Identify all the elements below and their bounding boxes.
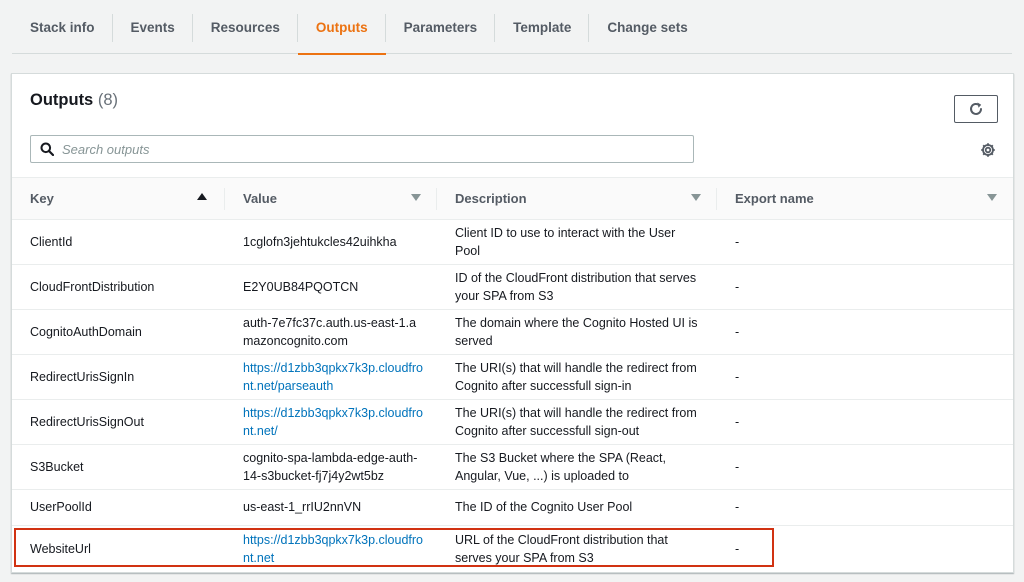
column-label: Description [455, 191, 527, 206]
tab-events[interactable]: Events [113, 0, 193, 54]
cell-key: RedirectUrisSignOut [30, 414, 144, 429]
table-row: RedirectUrisSignOut https://d1zbb3qpkx7k… [12, 400, 1013, 445]
cell-value: E2Y0UB84PQOTCN [243, 279, 359, 294]
table-row: CognitoAuthDomain auth-7e7fc37c.auth.us-… [12, 310, 1013, 355]
table-header: Key Value Description Export name [12, 177, 1013, 220]
refresh-icon [970, 102, 982, 115]
cell-export-name: - [735, 500, 740, 515]
cell-description: The domain where the Cognito Hosted UI i… [455, 315, 698, 349]
tab-outputs[interactable]: Outputs [297, 0, 386, 55]
cell-description: Client ID to use to interact with the Us… [455, 225, 676, 259]
cell-key: S3Bucket [30, 459, 84, 474]
panel-title-text: Outputs [30, 91, 94, 109]
cell-export-name: - [735, 234, 740, 249]
table-row: UserPoolId us-east-1_rrIU2nnVN The ID of… [12, 490, 1013, 526]
cell-description: The S3 Bucket where the SPA (React, Angu… [455, 450, 666, 484]
table-row: S3Bucket cognito-spa-lambda-edge-auth-14… [12, 445, 1013, 490]
search-icon [40, 142, 54, 156]
search-box[interactable] [30, 135, 694, 163]
cell-value: cognito-spa-lambda-edge-auth-14-s3bucket… [225, 445, 437, 489]
column-label: Export name [735, 191, 814, 206]
tab-label: Events [130, 19, 175, 35]
column-header-value[interactable]: Value [225, 178, 437, 219]
outputs-panel: Outputs (8) Key [11, 73, 1014, 573]
outputs-table: Key Value Description Export name Client… [12, 177, 1013, 572]
cell-description: ID of the CloudFront distribution that s… [455, 270, 697, 304]
tab-label: Parameters [403, 19, 478, 35]
tab-stack-info[interactable]: Stack info [12, 0, 113, 54]
column-label: Key [30, 191, 54, 206]
tab-label: Change sets [607, 19, 688, 35]
cell-key: UserPoolId [30, 500, 92, 515]
tab-parameters[interactable]: Parameters [386, 0, 496, 54]
tab-label: Outputs [315, 19, 368, 35]
cell-value: 1cglofn3jehtukcles42uihkha [243, 234, 397, 249]
tab-label: Resources [210, 19, 280, 35]
output-count: (8) [97, 91, 119, 109]
cell-key: CloudFrontDistribution [30, 279, 155, 294]
panel-title: Outputs (8) [30, 91, 118, 110]
cell-export-name: - [735, 541, 740, 556]
column-label: Value [243, 191, 277, 206]
table-row: WebsiteUrl https://d1zbb3qpkx7k3p.cloudf… [12, 526, 1013, 572]
cell-key: ClientId [30, 234, 73, 249]
sort-caret-down-icon [411, 194, 421, 201]
gear-icon [981, 143, 995, 157]
value-link[interactable]: https://d1zbb3qpkx7k3p.cloudfront.net/pa… [243, 359, 423, 396]
column-header-description[interactable]: Description [437, 178, 717, 219]
cell-export-name: - [735, 414, 740, 429]
cell-description: URL of the CloudFront distribution that … [455, 532, 668, 566]
tab-resources[interactable]: Resources [193, 0, 298, 54]
cell-value-text: cognito-spa-lambda-edge-auth-14-s3bucket… [243, 450, 418, 484]
cell-value-text: auth-7e7fc37c.auth.us-east-1.amazoncogni… [243, 315, 417, 349]
tab-change-sets[interactable]: Change sets [589, 0, 705, 54]
cell-key: WebsiteUrl [30, 541, 91, 556]
cell-description: The ID of the Cognito User Pool [455, 500, 633, 515]
value-link[interactable]: https://d1zbb3qpkx7k3p.cloudfront.net [243, 531, 423, 568]
search-input[interactable] [62, 141, 662, 157]
cell-export-name: - [735, 459, 740, 474]
cell-description: The URI(s) that will handle the redirect… [455, 405, 697, 439]
value-link[interactable]: https://d1zbb3qpkx7k3p.cloudfront.net/ [243, 404, 423, 441]
cell-value: auth-7e7fc37c.auth.us-east-1.amazoncogni… [225, 310, 437, 354]
refresh-button[interactable] [954, 95, 998, 123]
cell-value: us-east-1_rrIU2nnVN [243, 500, 362, 515]
cell-value: https://d1zbb3qpkx7k3p.cloudfront.net/ [225, 400, 437, 444]
table-row: ClientId 1cglofn3jehtukcles42uihkha Clie… [12, 220, 1013, 265]
cell-export-name: - [735, 369, 740, 384]
cell-value: https://d1zbb3qpkx7k3p.cloudfront.net/pa… [225, 355, 437, 399]
table-row: RedirectUrisSignIn https://d1zbb3qpkx7k3… [12, 355, 1013, 400]
sort-ascending-icon [197, 193, 207, 200]
table-row: CloudFrontDistribution E2Y0UB84PQOTCN ID… [12, 265, 1013, 310]
tab-label: Template [513, 19, 572, 35]
cell-key: CognitoAuthDomain [30, 324, 142, 339]
sort-caret-down-icon [987, 194, 997, 201]
cell-value: https://d1zbb3qpkx7k3p.cloudfront.net [225, 526, 437, 572]
cell-export-name: - [735, 279, 740, 294]
tab-label: Stack info [30, 19, 95, 35]
tab-template[interactable]: Template [495, 0, 590, 54]
sort-caret-down-icon [691, 194, 701, 201]
tab-bar: Stack info Events Resources Outputs Para… [12, 0, 1012, 55]
preferences-button[interactable] [978, 140, 998, 160]
column-header-export-name[interactable]: Export name [717, 178, 1013, 219]
cell-export-name: - [735, 324, 740, 339]
cell-key: RedirectUrisSignIn [30, 369, 135, 384]
cell-description: The URI(s) that will handle the redirect… [455, 360, 697, 394]
column-header-key[interactable]: Key [12, 178, 225, 219]
